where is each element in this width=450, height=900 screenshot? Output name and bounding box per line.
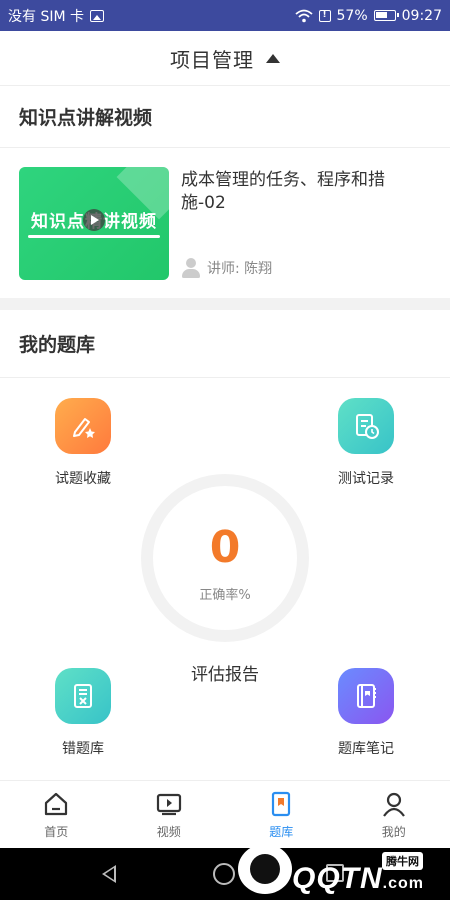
- nav-profile[interactable]: 我的: [338, 781, 450, 848]
- video-thumbnail[interactable]: 知识点精讲视频: [19, 167, 169, 280]
- alert-icon: !: [318, 9, 331, 22]
- video-list-item[interactable]: 知识点精讲视频 成本管理的任务、程序和措施-02 讲师: 陈翔: [0, 148, 450, 298]
- carrier-text: 没有 SIM 卡: [8, 8, 84, 25]
- watermark-badge: 腾牛网: [382, 852, 423, 870]
- nav-home-label: 首页: [44, 824, 69, 839]
- wrong-questions-label: 错题库: [62, 741, 104, 757]
- accuracy-value: 0: [209, 522, 241, 573]
- notebook-icon: [338, 668, 394, 724]
- page-title: 项目管理: [170, 47, 254, 72]
- lecturer-name: 讲师: 陈翔: [207, 261, 273, 277]
- question-bank-section: 我的题库 试题收藏 测试记录 0 正确率% 评估报告 错题库 题库笔记: [0, 310, 450, 780]
- site-watermark: QQTN.com 腾牛网: [232, 840, 446, 898]
- watermark-suffix: .com: [382, 875, 425, 892]
- status-left: 没有 SIM 卡: [8, 6, 104, 26]
- test-records-label: 测试记录: [338, 471, 394, 487]
- project-selector[interactable]: 项目管理: [0, 31, 450, 86]
- nav-question-bank-label: 题库: [269, 824, 294, 839]
- back-icon[interactable]: [102, 865, 116, 883]
- nav-profile-label: 我的: [381, 824, 406, 839]
- lecturer-info: 讲师: 陈翔: [181, 258, 272, 278]
- watermark-brand: QQTN: [292, 862, 383, 895]
- video-section: 知识点讲解视频 知识点精讲视频 成本管理的任务、程序和措施-02 讲师: 陈翔: [0, 86, 450, 298]
- accuracy-label: 正确率%: [199, 588, 251, 603]
- nav-video-label: 视频: [156, 824, 181, 839]
- bank-notes-button[interactable]: 题库笔记: [306, 668, 426, 758]
- record-clock-icon: [338, 398, 394, 454]
- test-records-button[interactable]: 测试记录: [306, 398, 426, 488]
- bookmark-book-icon: [267, 790, 295, 818]
- bank-notes-label: 题库笔记: [338, 741, 394, 757]
- favorite-pencil-icon: [55, 398, 111, 454]
- bank-section-title: 我的题库: [0, 310, 450, 378]
- nav-video[interactable]: 视频: [113, 781, 226, 848]
- user-icon: [380, 790, 408, 818]
- caret-up-icon: [266, 53, 280, 63]
- nav-home[interactable]: 首页: [0, 781, 113, 848]
- person-icon: [181, 258, 201, 278]
- image-notification-icon: [90, 9, 104, 22]
- home-icon: [42, 790, 70, 818]
- favorites-button[interactable]: 试题收藏: [23, 398, 143, 488]
- play-icon[interactable]: [83, 209, 105, 231]
- accuracy-ring: 0 正确率%: [141, 474, 309, 642]
- battery-icon: [373, 10, 399, 21]
- status-right: ! 57% 09:27: [294, 7, 442, 24]
- clock: 09:27: [401, 7, 442, 24]
- watermark-logo-icon: [238, 844, 292, 894]
- thumbnail-underline: [28, 235, 160, 238]
- video-title: 成本管理的任务、程序和措施-02: [181, 170, 385, 213]
- status-bar: 没有 SIM 卡 ! 57% 09:27: [0, 0, 450, 31]
- wifi-icon: [294, 9, 313, 22]
- wrong-questions-button[interactable]: 错题库: [23, 668, 143, 758]
- battery-percent: 57%: [336, 7, 368, 24]
- wrong-book-icon: [55, 668, 111, 724]
- nav-question-bank[interactable]: 题库: [225, 781, 338, 848]
- video-section-title: 知识点讲解视频: [0, 86, 450, 148]
- video-play-icon: [155, 790, 183, 818]
- favorites-label: 试题收藏: [55, 471, 111, 487]
- bottom-nav: 首页 视频 题库 我的: [0, 780, 450, 848]
